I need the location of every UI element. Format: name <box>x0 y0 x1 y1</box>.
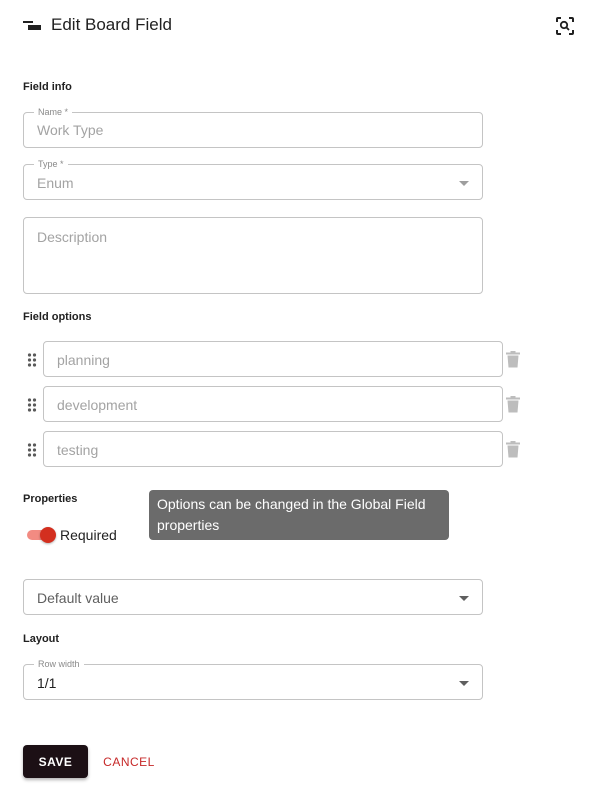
section-label-field-options: Field options <box>23 311 92 323</box>
row-width-value: 1/1 <box>37 675 57 691</box>
name-field[interactable]: Name * Work Type <box>23 106 483 148</box>
description-placeholder: Description <box>37 229 108 245</box>
description-field[interactable]: Description <box>23 217 483 294</box>
option-value: planning <box>57 352 110 368</box>
default-value-placeholder: Default value <box>37 590 119 606</box>
row-width-select[interactable]: Row width 1/1 <box>23 658 483 700</box>
type-select-label: Type * <box>34 158 68 170</box>
chevron-down-icon <box>459 596 469 601</box>
drag-handle-icon[interactable] <box>27 353 37 367</box>
option-value: testing <box>57 442 99 458</box>
page-title: Edit Board Field <box>51 15 172 34</box>
toggle-thumb <box>40 527 56 543</box>
required-toggle[interactable] <box>26 526 58 544</box>
delete-icon[interactable] <box>506 351 520 368</box>
name-field-label: Name * <box>34 106 73 118</box>
option-value: development <box>57 397 138 413</box>
option-input-development[interactable]: development <box>43 386 503 422</box>
option-input-testing[interactable]: testing <box>43 431 503 467</box>
option-input-planning[interactable]: planning <box>43 341 503 377</box>
default-value-select[interactable]: Default value <box>23 579 483 615</box>
section-label-field-info: Field info <box>23 81 72 93</box>
cancel-button[interactable]: CANCEL <box>96 745 162 778</box>
type-select[interactable]: Type * Enum <box>23 158 483 200</box>
type-select-value: Enum <box>37 175 74 191</box>
drag-handle-icon[interactable] <box>27 443 37 457</box>
chevron-down-icon <box>459 681 469 686</box>
name-field-value: Work Type <box>37 122 104 138</box>
tooltip: Options can be changed in the Global Fie… <box>149 490 449 540</box>
row-width-label: Row width <box>34 658 84 670</box>
drag-handle-icon[interactable] <box>27 398 37 412</box>
section-label-properties: Properties <box>23 493 78 505</box>
required-label: Required <box>60 527 117 543</box>
save-button[interactable]: SAVE <box>23 745 88 778</box>
delete-icon[interactable] <box>506 396 520 413</box>
board-field-icon <box>23 18 41 34</box>
section-label-layout: Layout <box>23 633 60 645</box>
delete-icon[interactable] <box>506 441 520 458</box>
scan-search-icon[interactable] <box>553 14 577 38</box>
chevron-down-icon <box>459 181 469 186</box>
